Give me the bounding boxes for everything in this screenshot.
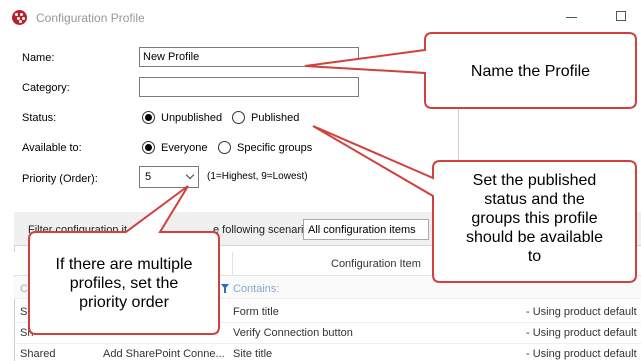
callout-status-line: to <box>527 248 542 265</box>
callout-status-text: Set the published status and the groups … <box>436 171 633 266</box>
callout-status-line: status and the <box>484 191 585 208</box>
callout-priority-line: If there are multiple <box>55 256 193 273</box>
callout-status-line: should be available <box>466 229 603 246</box>
callout-status-line: groups this profile <box>471 210 598 227</box>
callout-priority-line: profiles, set the <box>69 275 179 292</box>
callout-status-line: Set the published <box>472 172 597 189</box>
callout-name-text: Name the Profile <box>470 63 591 80</box>
callout-priority-text: If there are multiple profiles, set the … <box>31 255 217 312</box>
callout-priority-line: priority order <box>79 294 169 311</box>
